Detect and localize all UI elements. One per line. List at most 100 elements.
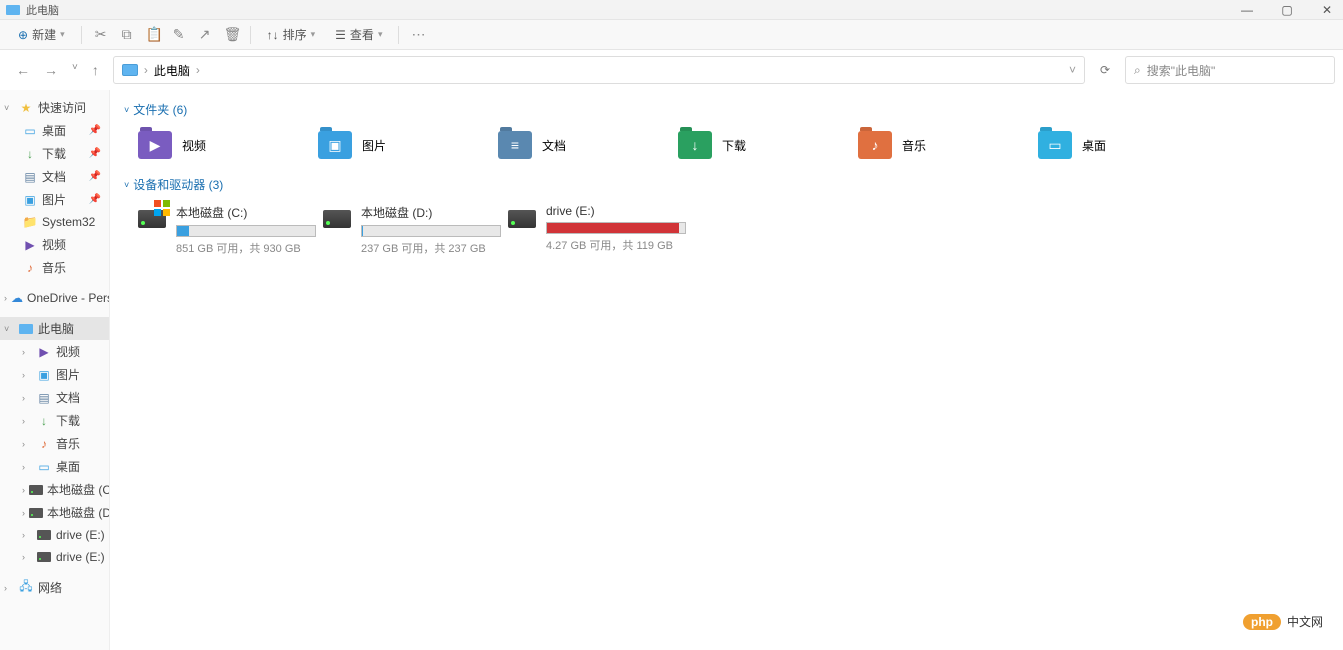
desktop-icon: ▭ [36, 459, 52, 475]
chevron-right-icon: › [22, 485, 25, 495]
chevron-right-icon: › [144, 63, 148, 77]
view-button[interactable]: ☰ 查看 ▾ [327, 22, 390, 47]
sidebar-item-label: 桌面 [56, 458, 80, 475]
sidebar-item[interactable]: ▶ 视频 [0, 233, 109, 256]
address-bar[interactable]: › 此电脑 › ˅ [113, 56, 1085, 84]
pic-icon: ▣ [36, 367, 52, 383]
sort-button[interactable]: ↑↓ 排序 ▾ [259, 22, 324, 47]
pin-icon: 📌 [89, 194, 105, 205]
minimize-button[interactable]: — [1237, 3, 1257, 17]
sidebar-item[interactable]: 📁 System32 [0, 211, 109, 233]
sidebar-item[interactable]: › drive (E:) [0, 546, 109, 568]
folders-grid: ▶ 视频 ▣ 图片 ≡ 文档 ↓ 下载 ♪ 音乐 ▭ 桌面 [124, 121, 1329, 173]
drive-icon [323, 204, 351, 234]
plus-icon: ⊕ [18, 28, 28, 42]
sidebar-item[interactable]: › ♪ 音乐 [0, 432, 109, 455]
folder-item[interactable]: ↓ 下载 [674, 125, 854, 165]
sort-label: 排序 [283, 26, 307, 43]
section-folders-header[interactable]: ˅ 文件夹 (6) [124, 98, 1329, 121]
drive-item[interactable]: 本地磁盘 (C:) 851 GB 可用，共 930 GB [134, 200, 319, 260]
copy-icon[interactable]: ⧉ [116, 22, 138, 47]
nav-row: ← → ˅ ↑ › 此电脑 › ˅ ⟳ ⌕ 搜索"此电脑" [0, 50, 1343, 90]
drive-name: 本地磁盘 (C:) [176, 204, 316, 221]
up-button[interactable]: ↑ [92, 62, 99, 78]
sidebar-item[interactable]: › ▤ 文档 [0, 386, 109, 409]
folder-item[interactable]: ▣ 图片 [314, 125, 494, 165]
watermark-text: 中文网 [1287, 613, 1323, 630]
window-controls: — ▢ ✕ [1237, 3, 1337, 17]
sidebar-item-label: 下载 [42, 145, 66, 162]
network-icon: 🖧 [18, 580, 34, 596]
sidebar-item[interactable]: ↓ 下载 📌 [0, 142, 109, 165]
folder-label: 桌面 [1082, 137, 1106, 154]
search-input[interactable]: ⌕ 搜索"此电脑" [1125, 56, 1335, 84]
chevron-down-icon[interactable]: ˅ [72, 62, 78, 78]
sidebar-item[interactable]: › ▣ 图片 [0, 363, 109, 386]
new-button[interactable]: ⊕ 新建 ▾ [10, 22, 73, 47]
share-icon[interactable]: ↗ [194, 22, 216, 47]
forward-button[interactable]: → [44, 62, 58, 78]
maximize-button[interactable]: ▢ [1277, 3, 1297, 17]
pc-icon [18, 321, 34, 337]
sidebar-item[interactable]: ▤ 文档 📌 [0, 165, 109, 188]
video-icon: ▶ [22, 237, 38, 253]
sidebar-item-label: 文档 [42, 168, 66, 185]
nav-arrows: ← → ˅ ↑ [8, 62, 107, 78]
back-button[interactable]: ← [16, 62, 30, 78]
drive-item[interactable]: 本地磁盘 (D:) 237 GB 可用，共 237 GB [319, 200, 504, 260]
sidebar-item-label: 桌面 [42, 122, 66, 139]
sidebar-onedrive[interactable]: › ☁ OneDrive - Person [0, 287, 109, 309]
refresh-button[interactable]: ⟳ [1091, 56, 1119, 84]
section-drives-header[interactable]: ˅ 设备和驱动器 (3) [124, 173, 1329, 196]
music-icon: ♪ [22, 260, 38, 276]
folder-item[interactable]: ▭ 桌面 [1034, 125, 1214, 165]
disk-icon [36, 527, 52, 543]
folder-label: 音乐 [902, 137, 926, 154]
rename-icon[interactable]: ✎ [168, 22, 190, 47]
drive-stat: 237 GB 可用，共 237 GB [361, 240, 501, 256]
address-location[interactable]: 此电脑 [154, 62, 190, 79]
download-icon: ↓ [36, 413, 52, 429]
chevron-right-icon: › [22, 530, 32, 540]
folder-icon: ≡ [498, 131, 532, 159]
sidebar-item[interactable]: ▭ 桌面 📌 [0, 119, 109, 142]
chevron-right-icon: › [4, 583, 14, 593]
sidebar-item[interactable]: › ↓ 下载 [0, 409, 109, 432]
title-bar: 此电脑 — ▢ ✕ [0, 0, 1343, 20]
chevron-down-icon[interactable]: ˅ [1069, 63, 1076, 77]
sort-icon: ↑↓ [267, 28, 279, 42]
folder-item[interactable]: ▶ 视频 [134, 125, 314, 165]
paste-icon[interactable]: 📋 [142, 22, 164, 47]
drive-item[interactable]: drive (E:) 4.27 GB 可用，共 119 GB [504, 200, 689, 260]
chevron-right-icon: › [196, 63, 200, 77]
drive-usage-bar [361, 225, 501, 237]
sidebar-item[interactable]: › drive (E:) [0, 524, 109, 546]
sidebar-quick-access[interactable]: ˅ ★ 快速访问 [0, 96, 109, 119]
separator [81, 26, 82, 44]
sidebar: ˅ ★ 快速访问 ▭ 桌面 📌 ↓ 下载 📌 ▤ 文档 📌 ▣ 图片 📌 📁 S… [0, 90, 110, 650]
sidebar-this-pc[interactable]: ˅ 此电脑 [0, 317, 109, 340]
sidebar-item[interactable]: ♪ 音乐 [0, 256, 109, 279]
delete-icon[interactable]: 🗑 [220, 22, 242, 47]
sidebar-item[interactable]: ▣ 图片 📌 [0, 188, 109, 211]
drive-icon [508, 204, 536, 234]
more-icon[interactable]: ⋯ [407, 22, 429, 47]
pin-icon: 📌 [89, 125, 105, 136]
sidebar-label: 快速访问 [38, 99, 86, 116]
sidebar-item[interactable]: › ▶ 视频 [0, 340, 109, 363]
close-button[interactable]: ✕ [1317, 3, 1337, 17]
pc-icon [6, 3, 20, 17]
search-placeholder: 搜索"此电脑" [1147, 62, 1216, 79]
drive-info: 本地磁盘 (D:) 237 GB 可用，共 237 GB [361, 204, 501, 256]
sidebar-network[interactable]: › 🖧 网络 [0, 576, 109, 599]
sidebar-item[interactable]: › 本地磁盘 (C:) [0, 478, 109, 501]
folder-item[interactable]: ≡ 文档 [494, 125, 674, 165]
cut-icon[interactable]: ✂ [90, 22, 112, 47]
sidebar-item[interactable]: › 本地磁盘 (D:) [0, 501, 109, 524]
sidebar-item[interactable]: › ▭ 桌面 [0, 455, 109, 478]
folder-icon: ♪ [858, 131, 892, 159]
folder-item[interactable]: ♪ 音乐 [854, 125, 1034, 165]
chevron-right-icon: › [22, 393, 32, 403]
sidebar-item-label: 图片 [42, 191, 66, 208]
windows-icon [154, 200, 170, 216]
